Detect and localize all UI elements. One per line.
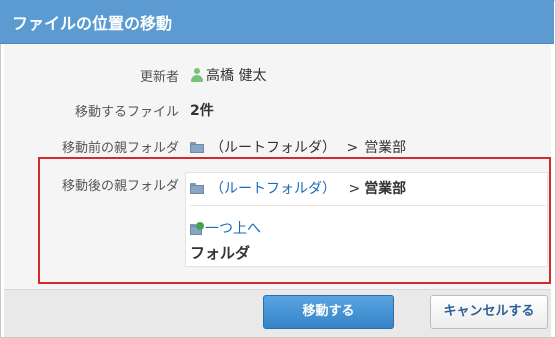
source-root: （ルートフォルダ）	[210, 140, 336, 156]
destination-current-folder: 営業部	[364, 181, 407, 197]
folder-icon	[190, 183, 204, 194]
source-separator: >	[346, 140, 359, 156]
files-label: 移動するファイル	[74, 105, 179, 120]
destination-breadcrumb: （ルートフォルダ） > 営業部	[190, 178, 406, 198]
folder-list-heading: フォルダ	[190, 244, 251, 262]
source-folder-path: （ルートフォルダ） > 営業部	[190, 137, 406, 157]
go-up-row[interactable]: 一つ上へ	[190, 218, 261, 238]
user-icon	[190, 68, 204, 82]
go-up-link[interactable]: 一つ上へ	[205, 221, 261, 237]
updater-value: 高橋 健太	[190, 65, 266, 85]
dialog-title: ファイルの位置の移動	[12, 14, 173, 33]
destination-root-link[interactable]: （ルートフォルダ）	[210, 181, 336, 197]
source-folder-label: 移動前の親フォルダ	[61, 141, 179, 156]
destination-separator: >	[348, 181, 361, 197]
folder-icon	[190, 142, 204, 153]
source-folder: 営業部	[364, 140, 407, 156]
destination-divider	[190, 205, 546, 206]
move-button[interactable]: 移動する	[263, 295, 394, 329]
dialog-header: ファイルの位置の移動	[0, 0, 554, 44]
destination-folder-label: 移動後の親フォルダ	[61, 179, 179, 194]
cancel-button[interactable]: キャンセルする	[430, 295, 548, 329]
files-count: 2件	[190, 103, 214, 119]
folder-up-icon	[190, 222, 204, 235]
updater-name: 高橋 健太	[206, 68, 267, 84]
updater-label: 更新者	[139, 70, 179, 85]
